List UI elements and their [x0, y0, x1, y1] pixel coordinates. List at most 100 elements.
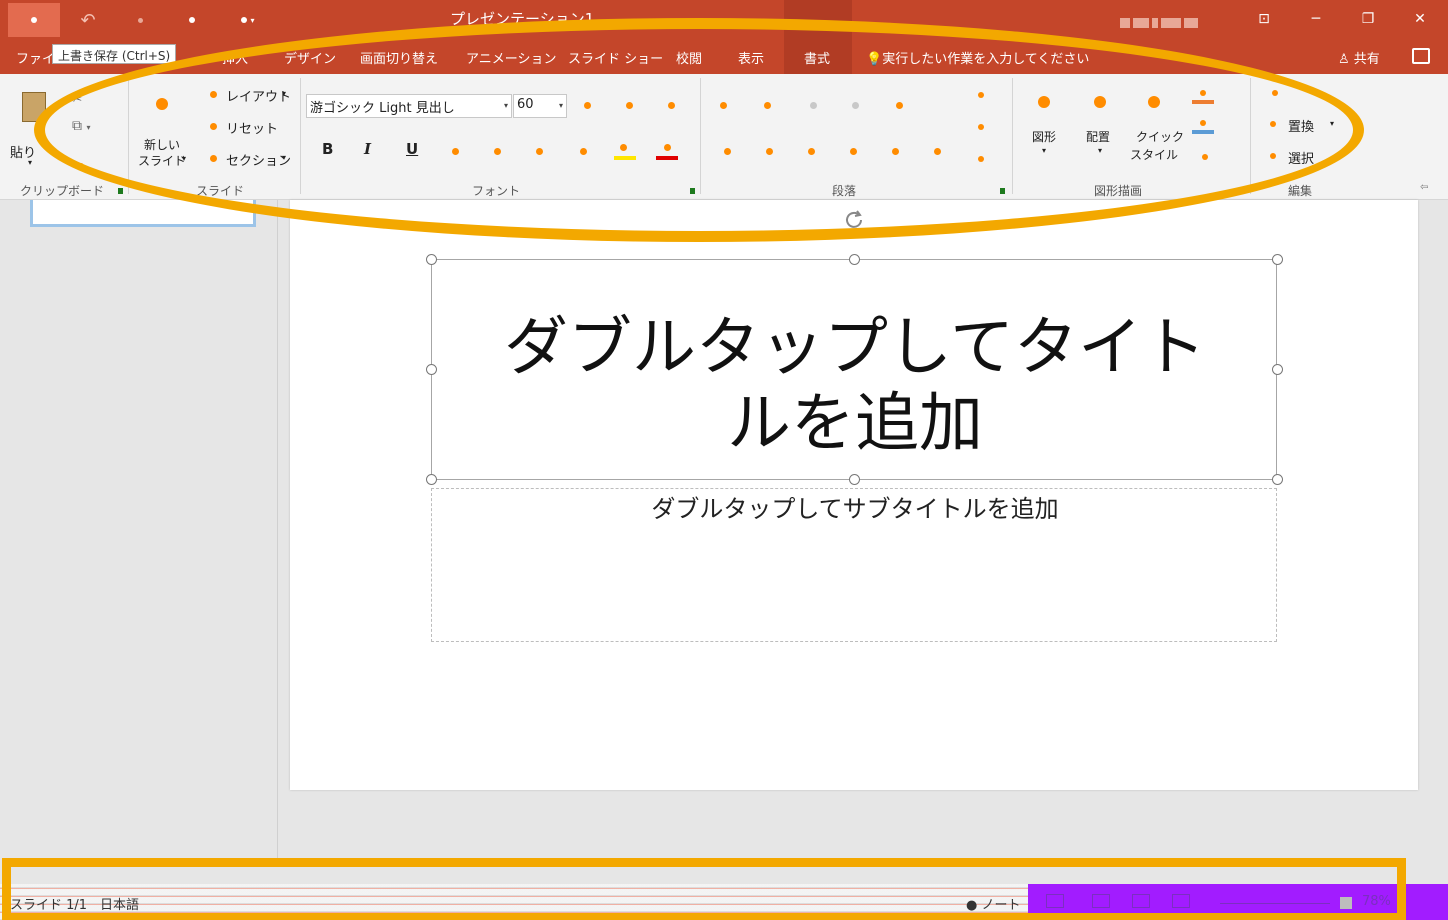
notes-icon: ● [966, 898, 982, 913]
bold-button[interactable]: B [322, 140, 333, 158]
undo-button[interactable]: ↶ [72, 6, 104, 34]
tab-view[interactable]: 表示 [738, 48, 764, 67]
justify-button[interactable] [850, 148, 857, 155]
layout-button[interactable]: レイアウト ▾ [206, 86, 296, 106]
format-painter-button[interactable] [78, 154, 84, 173]
tell-me-text: 実行したい作業を入力してください [882, 52, 1090, 67]
resize-handle[interactable] [1272, 364, 1283, 375]
select-button[interactable]: 選択 [1266, 148, 1326, 168]
tab-design[interactable]: デザイン [284, 48, 336, 67]
tab-slideshow[interactable]: スライド ショー [568, 48, 663, 67]
text-direction-button[interactable] [978, 92, 984, 98]
tab-insert[interactable]: 挿入 [222, 48, 248, 67]
close-button[interactable]: ✕ [1400, 5, 1440, 33]
bullets-button[interactable] [720, 102, 727, 109]
strikethrough-button[interactable] [494, 148, 501, 155]
font-size-combo[interactable]: 60 ▾ [513, 94, 567, 118]
person-icon: ♙ [1338, 52, 1354, 67]
increase-font-size-button[interactable] [584, 102, 591, 109]
save-button[interactable] [8, 3, 60, 37]
tab-review[interactable]: 校閲 [676, 48, 702, 67]
language-indicator[interactable]: 日本語 [100, 894, 139, 913]
notes-button[interactable]: ● ノート [966, 894, 1021, 913]
tab-animations[interactable]: アニメーション [466, 48, 556, 67]
chevron-down-icon: ▾ [182, 154, 187, 163]
rotate-handle-icon[interactable] [842, 208, 866, 232]
resize-handle[interactable] [426, 254, 437, 265]
increase-indent-button[interactable] [852, 102, 859, 109]
minimize-button[interactable]: ─ [1296, 5, 1336, 33]
user-account[interactable] [1120, 12, 1220, 28]
resize-handle[interactable] [849, 254, 860, 265]
resize-handle[interactable] [1272, 474, 1283, 485]
resize-handle[interactable] [1272, 254, 1283, 265]
ribbon-display-options-button[interactable]: ⊡ [1244, 5, 1284, 33]
customize-qat-button[interactable]: ▾ [228, 6, 268, 34]
chevron-down-icon: ▾ [250, 15, 255, 25]
resize-handle[interactable] [426, 474, 437, 485]
reading-view-icon[interactable] [1172, 894, 1190, 908]
clear-formatting-button[interactable] [668, 102, 675, 109]
align-left-button[interactable] [724, 148, 731, 155]
copy-button[interactable]: ⧉ ▾ [72, 118, 90, 134]
subtitle-placeholder[interactable]: ダブルタップしてサブタイトルを追加 [431, 488, 1277, 642]
reset-button[interactable]: リセット [206, 118, 286, 138]
slide-thumbnail[interactable] [30, 200, 256, 227]
new-slide-button[interactable]: 新しい スライド ▾ [134, 88, 194, 174]
comments-icon[interactable] [1412, 48, 1430, 64]
save-tooltip: 上書き保存 (Ctrl+S) [52, 44, 177, 64]
italic-button[interactable]: I [364, 140, 371, 158]
comments-view-icon[interactable] [1046, 894, 1064, 908]
start-slideshow-button[interactable] [178, 6, 206, 34]
title-placeholder[interactable]: ダブルタップしてタイト ルを追加 [426, 254, 1283, 485]
numbering-button[interactable] [764, 102, 771, 109]
align-center-button[interactable] [766, 148, 773, 155]
shadow-button[interactable] [452, 148, 459, 155]
resize-handle[interactable] [426, 364, 437, 375]
zoom-level[interactable]: 78% [1362, 894, 1391, 909]
zoom-slider[interactable] [1220, 903, 1330, 904]
underline-button[interactable]: U [406, 140, 418, 158]
font-name-combo[interactable]: 游ゴシック Light 見出し ▾ [306, 94, 512, 118]
title-line-1: ダブルタップしてタイト [503, 311, 1207, 385]
section-button[interactable]: セクション ▾ [206, 150, 296, 170]
decrease-indent-button[interactable] [810, 102, 817, 109]
columns-button[interactable] [934, 148, 941, 155]
paragraph-launcher[interactable] [1000, 188, 1005, 194]
slide-sorter-view-icon[interactable] [1132, 894, 1150, 908]
tab-format[interactable]: 書式 [804, 48, 830, 67]
maximize-button[interactable]: ❐ [1348, 5, 1388, 33]
resize-handle[interactable] [849, 474, 860, 485]
decrease-font-size-button[interactable] [626, 102, 633, 109]
clipboard-launcher[interactable] [118, 188, 123, 194]
redo-button[interactable] [126, 6, 154, 34]
paste-button[interactable]: 貼り ▾ [8, 80, 58, 172]
replace-button[interactable]: 置換 ▾ [1266, 116, 1346, 136]
tell-me-search[interactable]: 💡実行したい作業を入力してください [866, 48, 1089, 67]
shapes-button[interactable]: 図形 ▾ [1026, 88, 1066, 174]
font-launcher[interactable] [690, 188, 695, 194]
arrange-button[interactable]: 配置 ▾ [1082, 88, 1122, 174]
normal-view-icon[interactable] [1092, 894, 1110, 908]
shape-outline-button[interactable] [1192, 118, 1232, 138]
share-button[interactable]: ♙ 共有 [1338, 48, 1380, 67]
cut-button[interactable]: ✂ [72, 92, 82, 106]
align-text-button[interactable] [978, 124, 984, 130]
align-right-button[interactable] [808, 148, 815, 155]
character-spacing-button[interactable] [536, 148, 543, 155]
quick-styles-button[interactable]: クイック スタイル [1128, 88, 1186, 174]
change-case-button[interactable] [580, 148, 587, 155]
zoom-slider-thumb[interactable] [1340, 897, 1352, 909]
distributed-button[interactable] [892, 148, 899, 155]
shape-fill-button[interactable] [1192, 88, 1232, 108]
line-spacing-button[interactable] [896, 102, 903, 109]
tab-transitions[interactable]: 画面切り替え [360, 48, 438, 67]
shape-effects-button[interactable] [1202, 154, 1208, 160]
notes-label: ノート [981, 898, 1021, 913]
convert-smartart-button[interactable] [978, 156, 984, 162]
font-color-button[interactable] [664, 144, 671, 151]
highlight-button[interactable] [620, 144, 627, 151]
collapse-ribbon-icon[interactable]: ⇦ [1420, 182, 1428, 193]
customize-icon [241, 17, 248, 23]
find-button[interactable] [1272, 90, 1278, 96]
